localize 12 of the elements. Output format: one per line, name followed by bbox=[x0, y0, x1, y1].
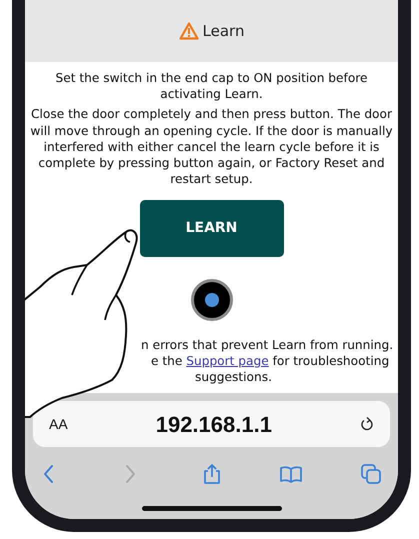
instruction-text: Set the switch in the end cap to ON position before activating Learn. bbox=[54, 70, 369, 102]
note-text: for troubleshooting bbox=[272, 354, 390, 368]
support-link[interactable]: Support page bbox=[186, 354, 269, 368]
note-text: n errors that prevent Learn from running. bbox=[141, 338, 394, 352]
note-text: e the bbox=[151, 354, 182, 368]
note-text: suggestions. bbox=[195, 370, 272, 384]
url-text: 192.168.1.1 bbox=[154, 410, 273, 439]
page-title: Learn bbox=[202, 20, 244, 42]
learn-button[interactable]: LEARN bbox=[140, 200, 284, 257]
text-size-button[interactable]: AA bbox=[49, 414, 68, 435]
address-bar[interactable]: AA 192.168.1.1 bbox=[33, 401, 390, 448]
instruction-text: Close the door completely and then press button. The door will move through an opening cycle. If the door is manually interfered with either cancel the learn cycle before it is complete by pressing button again, or Factory Reset and restart setup. bbox=[29, 106, 394, 188]
